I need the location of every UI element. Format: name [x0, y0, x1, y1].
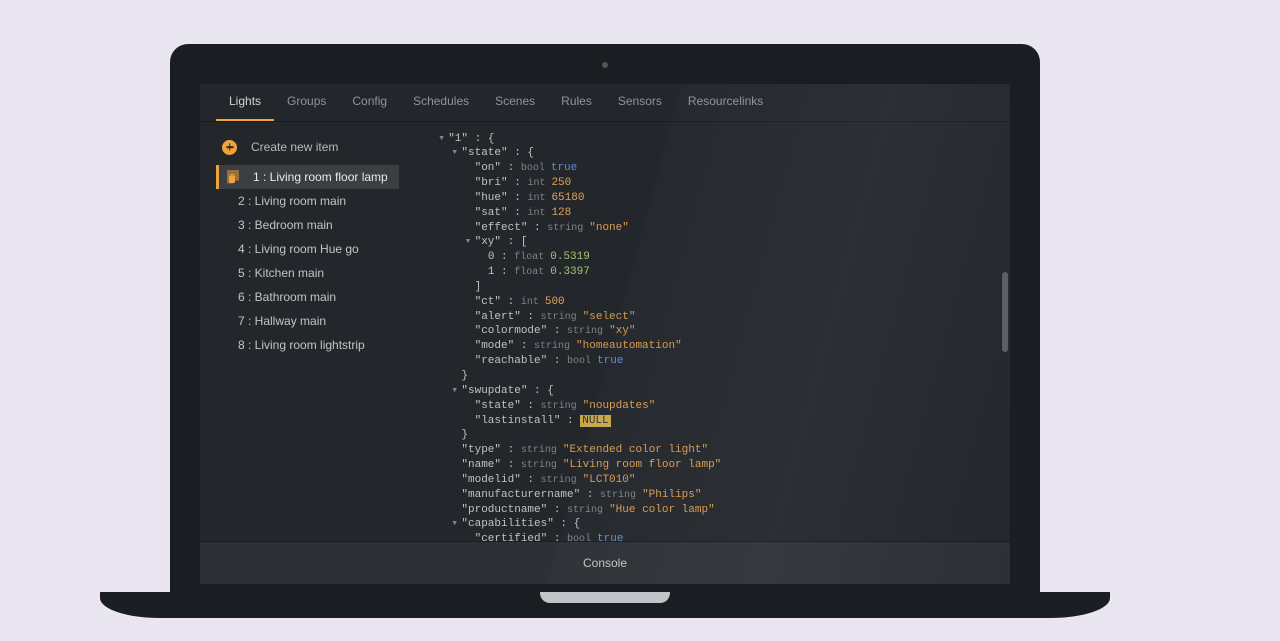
json-row: ▾"1" : { [425, 132, 1010, 147]
create-new-button[interactable]: Create new item [216, 136, 399, 165]
json-tree-view[interactable]: ▾"1" : { ▾"state" : { "on" : bool true "… [415, 122, 1010, 541]
sidebar-item-8[interactable]: 8 : Living room lightstrip [216, 333, 399, 357]
json-row: "colormode" : string "xy" [425, 324, 1010, 339]
json-row: "lastinstall" : NULL [425, 414, 1010, 429]
json-row: "effect" : string "none" [425, 221, 1010, 236]
sidebar-item-label: 8 : Living room lightstrip [238, 338, 365, 352]
sidebar-item-label: 1 : Living room floor lamp [253, 170, 388, 184]
json-row: "certified" : bool true [425, 532, 1010, 540]
tab-lights[interactable]: Lights [216, 84, 274, 121]
sidebar-item-label: 2 : Living room main [238, 194, 346, 208]
json-row: "hue" : int 65180 [425, 191, 1010, 206]
expand-icon[interactable]: ▾ [451, 146, 461, 161]
tab-groups[interactable]: Groups [274, 84, 339, 121]
sidebar-item-label: 7 : Hallway main [238, 314, 326, 328]
json-row: "productname" : string "Hue color lamp" [425, 503, 1010, 518]
json-row: } [425, 428, 1010, 443]
tab-bar: LightsGroupsConfigSchedulesScenesRulesSe… [200, 84, 1010, 122]
console-toggle[interactable]: Console [200, 541, 1010, 584]
tab-scenes[interactable]: Scenes [482, 84, 548, 121]
sidebar-item-6[interactable]: 6 : Bathroom main [216, 285, 399, 309]
sidebar-item-7[interactable]: 7 : Hallway main [216, 309, 399, 333]
scrollbar-thumb[interactable] [1002, 272, 1008, 352]
expand-icon[interactable]: ▾ [465, 235, 475, 250]
sidebar-item-4[interactable]: 4 : Living room Hue go [216, 237, 399, 261]
sidebar-item-2[interactable]: 2 : Living room main [216, 189, 399, 213]
json-row: "manufacturername" : string "Philips" [425, 488, 1010, 503]
json-row: ▾"swupdate" : { [425, 384, 1010, 399]
scrollbar-track[interactable] [1002, 122, 1008, 541]
webcam-indicator [602, 62, 608, 68]
json-row: "on" : bool true [425, 161, 1010, 176]
sidebar-item-label: 4 : Living room Hue go [238, 242, 359, 256]
json-row: "state" : string "noupdates" [425, 399, 1010, 414]
sidebar-item-label: 6 : Bathroom main [238, 290, 336, 304]
expand-icon[interactable]: ▾ [451, 384, 461, 399]
json-row: ▾"xy" : [ [425, 235, 1010, 250]
sidebar: Create new item 1 : Living room floor la… [200, 122, 415, 541]
tab-rules[interactable]: Rules [548, 84, 605, 121]
json-row: "reachable" : bool true [425, 354, 1010, 369]
sidebar-item-label: 3 : Bedroom main [238, 218, 333, 232]
tab-schedules[interactable]: Schedules [400, 84, 482, 121]
sidebar-item-5[interactable]: 5 : Kitchen main [216, 261, 399, 285]
sidebar-item-label: 5 : Kitchen main [238, 266, 324, 280]
expand-icon[interactable]: ▾ [451, 517, 461, 532]
delete-icon[interactable] [226, 171, 238, 183]
json-row: "mode" : string "homeautomation" [425, 339, 1010, 354]
json-row: "name" : string "Living room floor lamp" [425, 458, 1010, 473]
console-label: Console [583, 556, 627, 570]
tab-config[interactable]: Config [339, 84, 400, 121]
sidebar-item-1[interactable]: 1 : Living room floor lamp [216, 165, 399, 189]
json-row: "alert" : string "select" [425, 310, 1010, 325]
create-new-label: Create new item [251, 140, 338, 154]
expand-icon[interactable]: ▾ [438, 132, 448, 147]
sidebar-item-3[interactable]: 3 : Bedroom main [216, 213, 399, 237]
json-row: } [425, 369, 1010, 384]
tab-sensors[interactable]: Sensors [605, 84, 675, 121]
plus-icon [222, 140, 237, 155]
json-row: 0 : float 0.5319 [425, 250, 1010, 265]
json-row: "bri" : int 250 [425, 176, 1010, 191]
json-row: "sat" : int 128 [425, 206, 1010, 221]
json-row: ▾"capabilities" : { [425, 517, 1010, 532]
tab-resourcelinks[interactable]: Resourcelinks [675, 84, 776, 121]
json-row: "modelid" : string "LCT010" [425, 473, 1010, 488]
json-row: "type" : string "Extended color light" [425, 443, 1010, 458]
json-row: ▾"state" : { [425, 146, 1010, 161]
json-row: 1 : float 0.3397 [425, 265, 1010, 280]
json-row: ] [425, 280, 1010, 295]
json-row: "ct" : int 500 [425, 295, 1010, 310]
